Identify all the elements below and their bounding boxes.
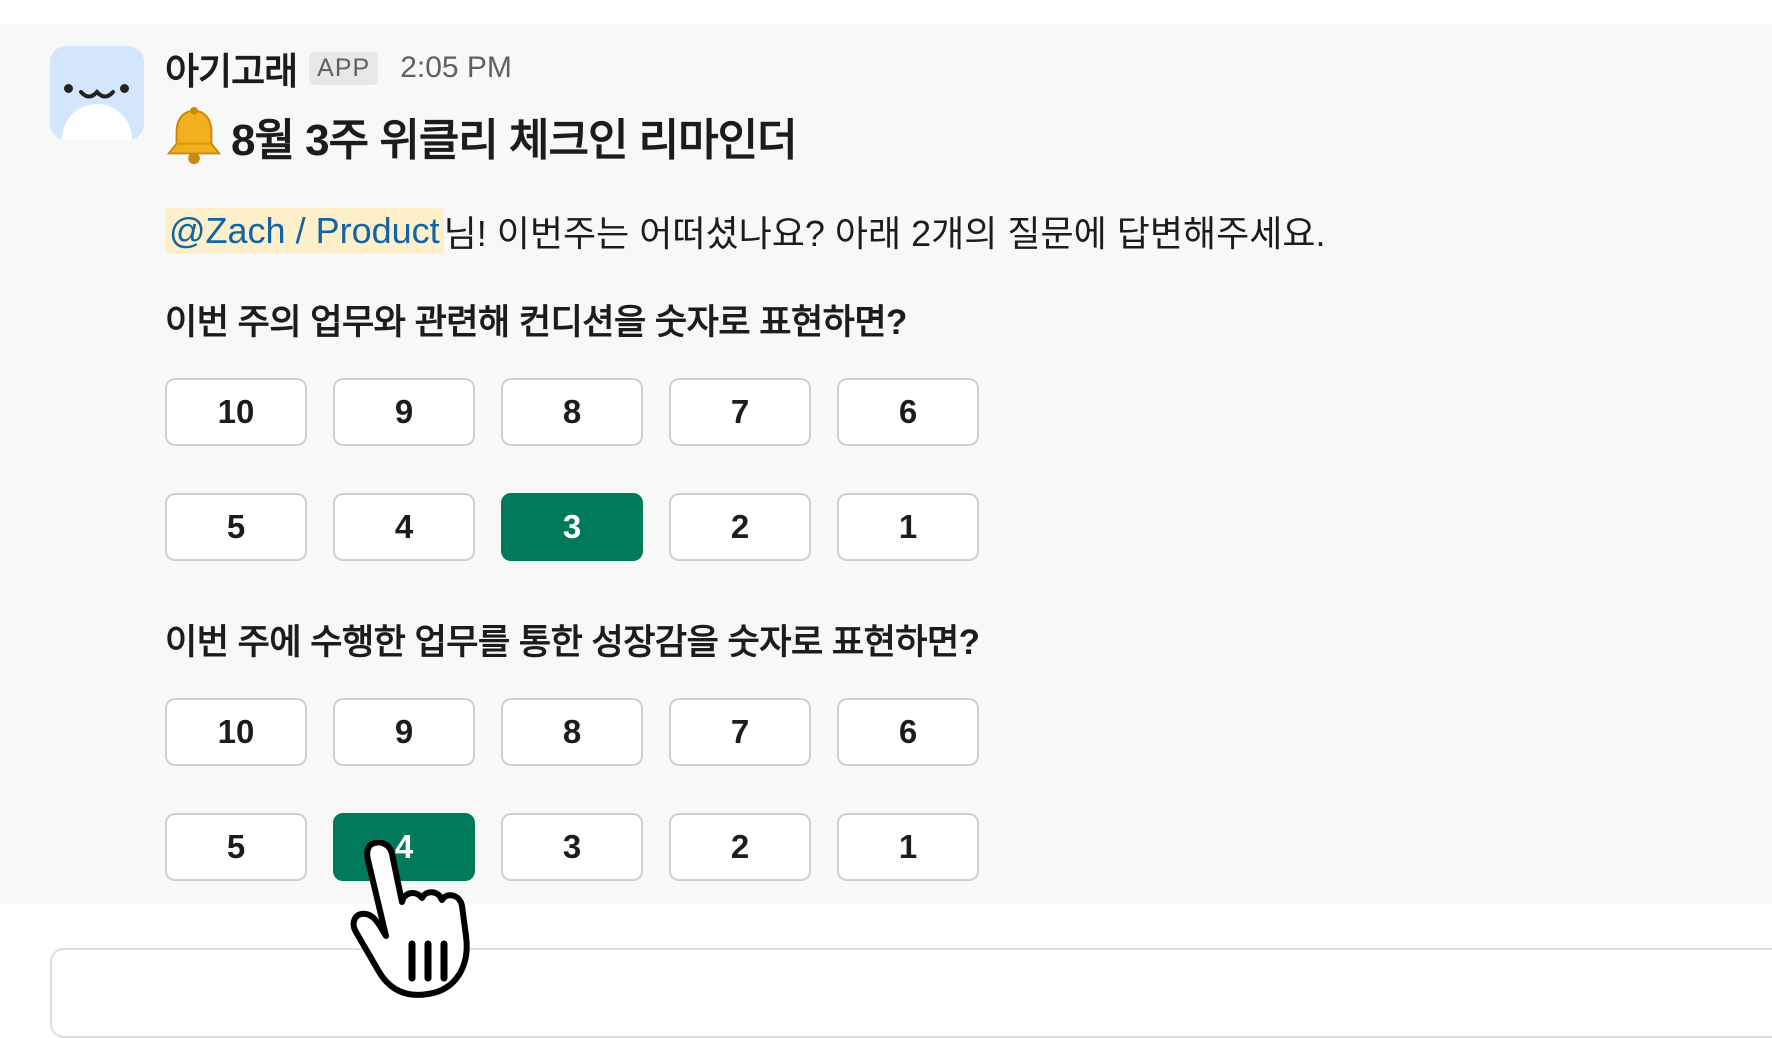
avatar-mouth: [79, 88, 115, 99]
q2-option-9[interactable]: 9: [333, 698, 475, 766]
avatar-left-eye: [64, 84, 73, 93]
q2-option-2[interactable]: 2: [669, 813, 811, 881]
q1-option-2[interactable]: 2: [669, 493, 811, 561]
q1-option-1[interactable]: 1: [837, 493, 979, 561]
question-1-row-1: 10 9 8 7 6: [165, 378, 1005, 446]
message-composer[interactable]: [50, 948, 1772, 1038]
q1-option-8[interactable]: 8: [501, 378, 643, 446]
question-1-row-2: 5 4 3 2 1: [165, 493, 1005, 561]
hand-pointer-cursor-icon: [350, 840, 470, 998]
question-1: 이번 주의 업무와 관련해 컨디션을 숫자로 표현하면?: [165, 303, 907, 342]
message-timestamp[interactable]: 2:05 PM: [400, 51, 512, 85]
q2-option-1[interactable]: 1: [837, 813, 979, 881]
message-header: 아기고래 APP 2:05 PM: [165, 44, 512, 92]
q1-option-7[interactable]: 7: [669, 378, 811, 446]
message-title: 8월 3주 위클리 체크인 리마인더: [163, 104, 798, 168]
q2-option-8[interactable]: 8: [501, 698, 643, 766]
title-text: 8월 3주 위클리 체크인 리마인더: [231, 116, 798, 165]
q2-option-3[interactable]: 3: [501, 813, 643, 881]
question-2: 이번 주에 수행한 업무를 통한 성장감을 숫자로 표현하면?: [165, 623, 980, 662]
bell-icon: [166, 106, 222, 165]
q1-option-3[interactable]: 3: [501, 493, 643, 561]
intro-text: 님! 이번주는 어떠셨나요? 아래 2개의 질문에 답변해주세요.: [443, 213, 1326, 254]
avatar-right-eye: [120, 84, 129, 93]
q2-option-5[interactable]: 5: [165, 813, 307, 881]
question-2-row-2: 5 4 3 2 1: [165, 813, 1005, 881]
q1-option-9[interactable]: 9: [333, 378, 475, 446]
sender-name[interactable]: 아기고래: [165, 41, 298, 95]
q1-option-10[interactable]: 10: [165, 378, 307, 446]
bot-avatar[interactable]: [50, 46, 144, 140]
q2-option-10[interactable]: 10: [165, 698, 307, 766]
question-2-row-1: 10 9 8 7 6: [165, 698, 1005, 766]
app-badge: APP: [309, 51, 379, 85]
q1-option-5[interactable]: 5: [165, 493, 307, 561]
avatar-belly: [62, 104, 132, 140]
q1-option-6[interactable]: 6: [837, 378, 979, 446]
q2-option-6[interactable]: 6: [837, 698, 979, 766]
intro-line: @Zach / Product 님! 이번주는 어떠셨나요? 아래 2개의 질문…: [165, 205, 1325, 257]
user-mention[interactable]: @Zach / Product: [165, 208, 444, 254]
q2-option-7[interactable]: 7: [669, 698, 811, 766]
q1-option-4[interactable]: 4: [333, 493, 475, 561]
